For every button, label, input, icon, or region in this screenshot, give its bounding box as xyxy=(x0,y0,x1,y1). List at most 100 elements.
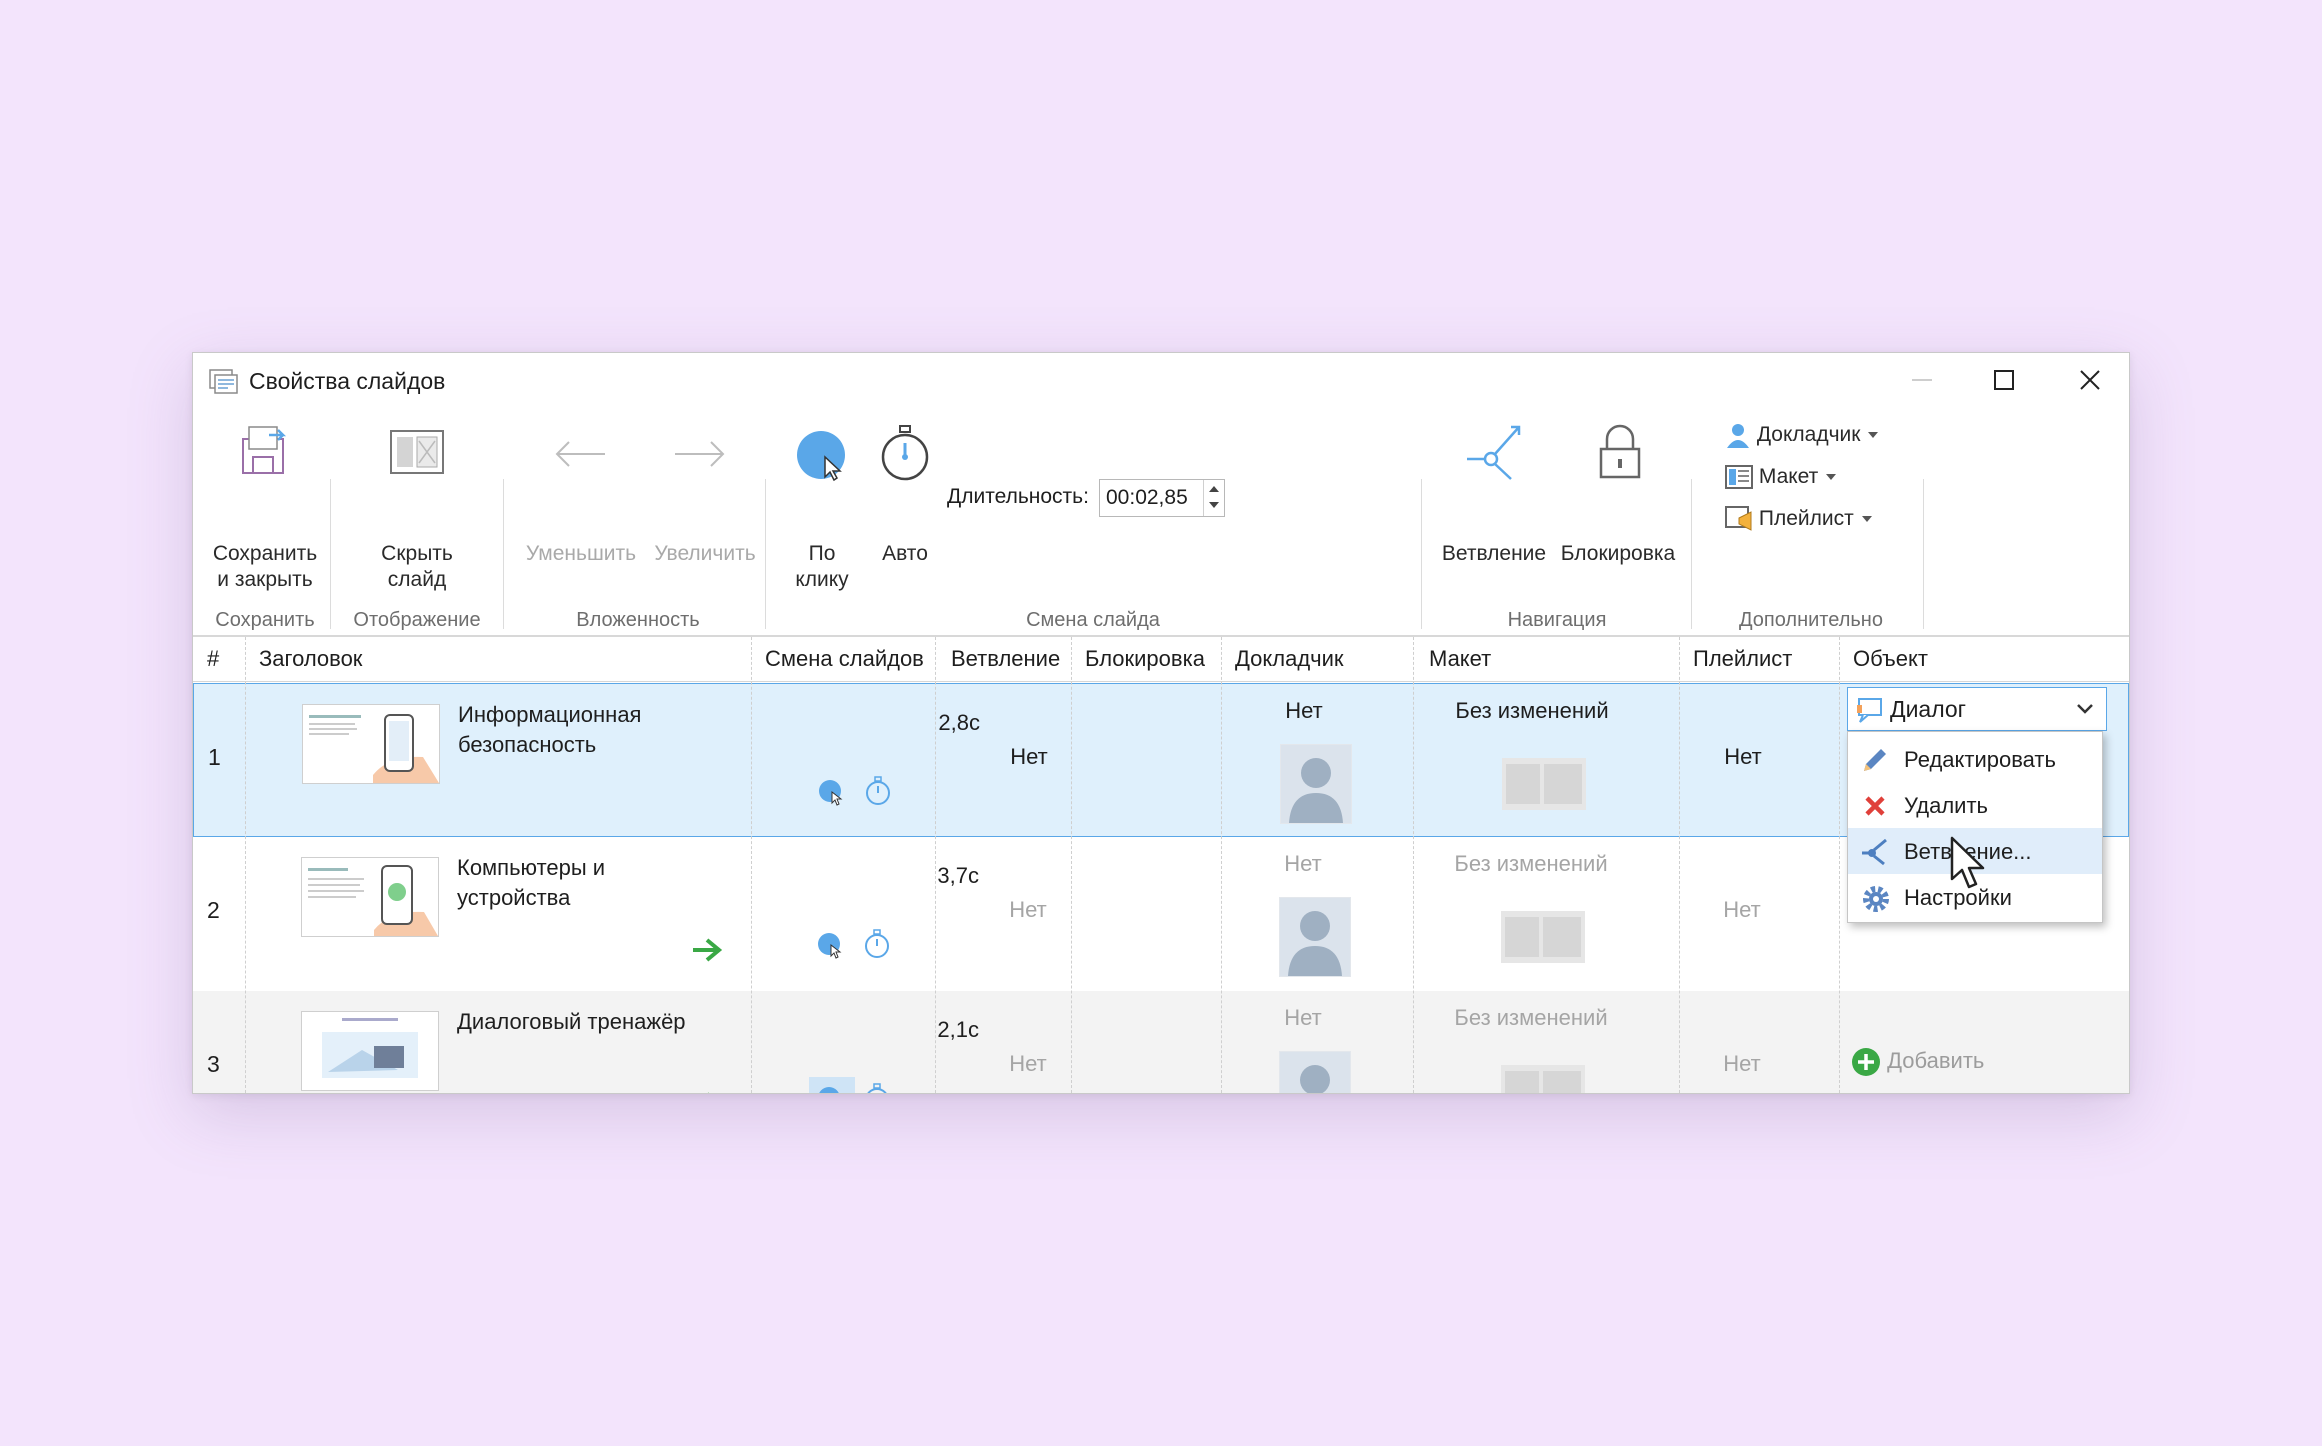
layout-value: Без изменений xyxy=(1454,851,1608,876)
save-export-icon xyxy=(242,426,287,474)
presenter-avatar xyxy=(1280,744,1352,824)
layout-preview-icon xyxy=(1501,1065,1585,1093)
column-divider xyxy=(1839,637,1840,1093)
duration-spinner[interactable] xyxy=(1203,480,1224,516)
playlist-dropdown[interactable]: Плейлист xyxy=(1725,505,1872,533)
layout-icon xyxy=(1725,465,1753,490)
arrow-left-icon xyxy=(555,441,605,467)
person-icon xyxy=(1288,911,1342,976)
col-transition[interactable]: Смена слайдов xyxy=(765,645,924,673)
col-presenter[interactable]: Докладчик xyxy=(1235,645,1344,673)
hide-slide-icon xyxy=(390,430,444,474)
green-arrow-icon xyxy=(693,938,723,962)
object-context-menu: Редактировать Удалить Ветвление... Настр… xyxy=(1847,731,2103,923)
save-label-1: Сохранить xyxy=(212,542,318,565)
pencil-icon xyxy=(1864,749,1886,771)
layout-value: Без изменений xyxy=(1455,698,1609,723)
ribbon-separator xyxy=(503,479,504,629)
maximize-button[interactable] xyxy=(1969,353,2039,407)
col-number[interactable]: # xyxy=(207,645,219,673)
col-branching[interactable]: Ветвление xyxy=(951,645,1060,673)
decrease-label: Уменьшить xyxy=(525,542,637,565)
playlist-label: Плейлист xyxy=(1758,507,1854,530)
person-icon xyxy=(1300,1065,1330,1093)
green-arrow-icon xyxy=(707,1092,709,1093)
col-playlist[interactable]: Плейлист xyxy=(1693,645,1792,673)
col-title[interactable]: Заголовок xyxy=(259,645,362,673)
slide-2-preview-icon xyxy=(308,865,438,936)
presenter-value: Нет xyxy=(1285,698,1323,723)
presenter-dropdown[interactable]: Докладчик xyxy=(1725,421,1879,449)
stopwatch-icon xyxy=(881,425,929,481)
column-divider xyxy=(245,637,246,1093)
arrow-right-icon xyxy=(675,441,725,467)
timer-mode-icon[interactable] xyxy=(863,929,891,959)
menu-item-edit[interactable]: Редактировать xyxy=(1848,736,2102,782)
hide-label-1: Скрыть xyxy=(381,542,453,565)
click-cursor-icon xyxy=(797,431,845,482)
object-combo[interactable]: Диалог xyxy=(1847,687,2107,731)
presenter-label: Докладчик xyxy=(1756,423,1861,446)
minimize-button[interactable] xyxy=(1887,353,1957,407)
click-mode-icon xyxy=(819,1087,839,1093)
row-number: 2 xyxy=(207,897,220,923)
ribbon: Сохранить и закрыть Сохранить Скрыть сла… xyxy=(193,413,2129,637)
auto-label: Авто xyxy=(882,542,928,565)
click-mode-selected[interactable] xyxy=(809,1077,855,1093)
layout-preview-icon xyxy=(1501,911,1585,963)
group-display-label: Отображение xyxy=(353,609,481,631)
group-extra-label: Дополнительно xyxy=(1739,609,1883,631)
timer-mode-icon[interactable] xyxy=(864,776,892,806)
column-divider xyxy=(751,637,752,1093)
layout-value: Без изменений xyxy=(1454,1005,1608,1030)
increase-label: Увеличить xyxy=(654,542,756,565)
click-mode-icon[interactable] xyxy=(817,931,845,959)
duration-value: 00:02,85 xyxy=(1106,486,1188,509)
playlist-value: Нет xyxy=(1724,744,1762,769)
row-number: 3 xyxy=(207,1051,220,1077)
dialog-icon xyxy=(1857,698,1882,723)
menu-item-label: Редактировать xyxy=(1904,747,2056,772)
playlist-icon xyxy=(1725,506,1752,532)
col-object[interactable]: Объект xyxy=(1853,645,1928,673)
branching-label: Ветвление xyxy=(1441,542,1547,565)
slide-1-preview-icon xyxy=(309,714,439,783)
object-combo-value: Диалог xyxy=(1890,696,1967,722)
presenter-value: Нет xyxy=(1284,851,1322,876)
col-layout[interactable]: Макет xyxy=(1429,645,1491,673)
duration-input[interactable]: 00:02,85 xyxy=(1099,479,1225,517)
menu-item-delete[interactable]: Удалить xyxy=(1848,782,2102,828)
lock-label: Блокировка xyxy=(1560,542,1676,565)
playlist-value: Нет xyxy=(1723,1051,1761,1076)
column-divider xyxy=(1071,637,1072,1093)
window-title: Свойства слайдов xyxy=(249,368,446,394)
slides-table: # Заголовок Смена слайдов Ветвление Блок… xyxy=(193,637,2129,1093)
ribbon-separator xyxy=(330,479,331,629)
spin-up-icon[interactable] xyxy=(1209,486,1219,492)
mouse-cursor-icon xyxy=(1950,836,1985,889)
timer-mode-icon[interactable] xyxy=(863,1083,891,1094)
branching-icon xyxy=(1467,425,1521,480)
layout-dropdown[interactable]: Макет xyxy=(1725,463,1837,491)
col-lock[interactable]: Блокировка xyxy=(1085,645,1205,673)
column-divider xyxy=(935,637,936,1093)
ribbon-separator xyxy=(1421,479,1422,629)
add-circle-icon xyxy=(1852,1048,1880,1076)
branching-icon xyxy=(1862,838,1887,866)
gear-icon xyxy=(1863,886,1889,912)
save-label-2: и закрыть xyxy=(217,568,313,591)
person-icon xyxy=(1289,758,1343,823)
maximize-icon xyxy=(1994,370,2014,390)
close-button[interactable] xyxy=(2055,353,2125,407)
on-click-label-1: По xyxy=(808,542,836,565)
slide-title-line-1: Компьютеры и xyxy=(457,855,606,880)
slide-title-line-1: Диалоговый тренажёр xyxy=(457,1009,686,1034)
add-label: Добавить xyxy=(1887,1047,1985,1073)
spin-down-icon[interactable] xyxy=(1209,502,1219,508)
slide-title-line-2: безопасность xyxy=(458,732,597,757)
add-object-link[interactable]: Добавить xyxy=(1851,1047,1984,1077)
slide-thumbnail xyxy=(301,1011,439,1091)
branching-value: Нет xyxy=(1009,1051,1047,1076)
close-icon xyxy=(2080,370,2100,390)
click-mode-icon[interactable] xyxy=(818,778,846,806)
